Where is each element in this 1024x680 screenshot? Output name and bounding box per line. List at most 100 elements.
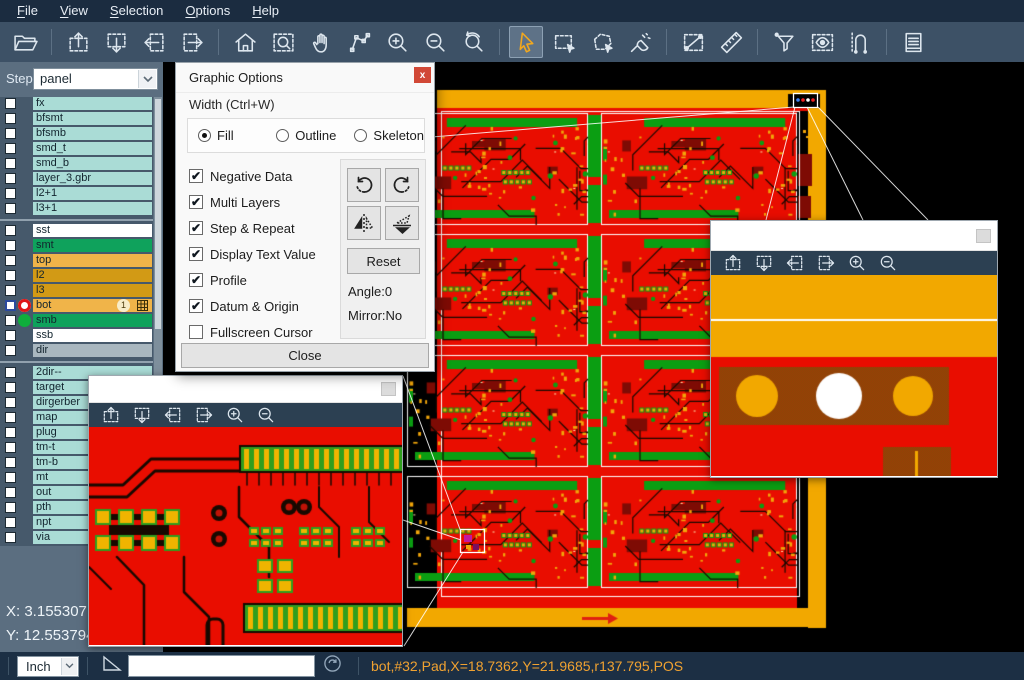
pan-hand-button[interactable] — [304, 26, 338, 58]
rotate-ccw-button[interactable] — [385, 168, 419, 202]
layer-row-layer_3.gbr[interactable]: layer_3.gbr — [0, 172, 153, 185]
magnifier-window-left[interactable] — [88, 375, 403, 647]
layer-label[interactable]: l2+1 — [33, 187, 152, 200]
snap-angle-icon[interactable] — [102, 655, 122, 677]
layer-checkbox[interactable] — [5, 188, 16, 199]
layer-checkbox[interactable] — [5, 397, 16, 408]
layer-row-bot[interactable]: bot1 — [0, 299, 153, 312]
layer-label[interactable]: smd_t — [33, 142, 152, 155]
pan-down-button[interactable] — [99, 26, 133, 58]
mirror-v-button[interactable] — [385, 206, 419, 240]
magnifier-title-bar[interactable] — [89, 376, 402, 403]
layer-checkbox[interactable] — [5, 487, 16, 498]
node-path-button[interactable] — [342, 26, 376, 58]
layer-row-sst[interactable]: sst — [0, 224, 153, 237]
zoom-previous-button[interactable] — [456, 26, 490, 58]
checkbox-multi-layers[interactable]: ✔Multi Layers — [189, 189, 339, 215]
zoom-in-button[interactable] — [843, 252, 870, 274]
layer-checkbox[interactable] — [5, 255, 16, 266]
clean-brush-button[interactable] — [623, 26, 657, 58]
radio-skeleton[interactable]: Skeleton — [354, 128, 424, 143]
ruler-button[interactable] — [714, 26, 748, 58]
close-button[interactable]: Close — [181, 343, 429, 368]
layer-label[interactable]: bfsmt — [33, 112, 152, 125]
pan-up-button[interactable] — [97, 404, 124, 426]
menu-options[interactable]: Options — [174, 0, 241, 22]
pan-up-button[interactable] — [719, 252, 746, 274]
command-input[interactable] — [128, 655, 315, 677]
window-button[interactable] — [976, 229, 991, 243]
layer-row-l2[interactable]: l2 — [0, 269, 153, 282]
layer-row-l3+1[interactable]: l3+1 — [0, 202, 153, 215]
select-poly-button[interactable] — [585, 26, 619, 58]
magnifier-content-canvas[interactable] — [711, 275, 997, 476]
layer-row-ssb[interactable]: ssb — [0, 329, 153, 342]
snap-button[interactable] — [843, 26, 877, 58]
layer-checkbox[interactable] — [5, 98, 16, 109]
checkbox-negative-data[interactable]: ✔Negative Data — [189, 163, 339, 189]
layer-checkbox[interactable] — [5, 113, 16, 124]
layer-label[interactable]: top — [33, 254, 152, 267]
zoom-region-button[interactable] — [266, 26, 300, 58]
menu-file[interactable]: File — [6, 0, 49, 22]
menu-view[interactable]: View — [49, 0, 99, 22]
layer-label[interactable]: bfsmb — [33, 127, 152, 140]
layer-row-dir[interactable]: dir — [0, 344, 153, 357]
layer-checkbox[interactable] — [5, 517, 16, 528]
layer-row-bfsmb[interactable]: bfsmb — [0, 127, 153, 140]
menu-selection[interactable]: Selection — [99, 0, 174, 22]
layer-label[interactable]: l3+1 — [33, 202, 152, 215]
select-rect-button[interactable] — [547, 26, 581, 58]
layer-row-l3[interactable]: l3 — [0, 284, 153, 297]
layer-row-smt[interactable]: smt — [0, 239, 153, 252]
layer-row-smb[interactable]: smb — [0, 314, 153, 327]
checkbox-step-repeat[interactable]: ✔Step & Repeat — [189, 215, 339, 241]
chevron-down-icon[interactable] — [61, 658, 77, 675]
layer-checkbox[interactable] — [5, 240, 16, 251]
radio-fill[interactable]: Fill — [198, 128, 266, 143]
select-cursor-button[interactable] — [509, 26, 543, 58]
layer-label[interactable]: l2 — [33, 269, 152, 282]
home-button[interactable] — [228, 26, 262, 58]
reset-button[interactable]: Reset — [347, 248, 420, 274]
refresh-icon[interactable] — [323, 654, 342, 678]
magnifier-title-bar[interactable] — [711, 221, 997, 251]
layer-label[interactable]: fx — [33, 97, 152, 110]
rotate-cw-button[interactable] — [347, 168, 381, 202]
view-region-button[interactable] — [805, 26, 839, 58]
pan-down-button[interactable] — [750, 252, 777, 274]
mirror-h-button[interactable] — [347, 206, 381, 240]
radio-outline[interactable]: Outline — [276, 128, 344, 143]
layer-checkbox[interactable] — [5, 158, 16, 169]
layer-checkbox[interactable] — [5, 225, 16, 236]
magnifier-content-canvas[interactable] — [89, 427, 402, 645]
layer-label[interactable]: dir — [33, 344, 152, 357]
unit-select[interactable]: Inch — [17, 656, 79, 677]
layer-row-fx[interactable]: fx — [0, 97, 153, 110]
menu-help[interactable]: Help — [241, 0, 290, 22]
layer-label[interactable]: layer_3.gbr — [33, 172, 152, 185]
layer-label[interactable]: ssb — [33, 329, 152, 342]
chevron-down-icon[interactable] — [138, 70, 156, 88]
grid-icon[interactable] — [137, 300, 148, 311]
layer-checkbox[interactable] — [5, 203, 16, 214]
layer-checkbox[interactable] — [5, 502, 16, 513]
zoom-out-button[interactable] — [874, 252, 901, 274]
filter-button[interactable] — [767, 26, 801, 58]
layer-label[interactable]: smb — [33, 314, 152, 327]
layer-checkbox[interactable] — [5, 367, 16, 378]
layer-label[interactable]: bot1 — [33, 299, 152, 312]
magnifier-window-right[interactable] — [710, 220, 998, 478]
layer-checkbox[interactable] — [5, 285, 16, 296]
layer-checkbox[interactable] — [5, 315, 16, 326]
checkbox-display-text-value[interactable]: ✔Display Text Value — [189, 241, 339, 267]
close-icon[interactable]: x — [414, 67, 431, 83]
checkbox-fullscreen-cursor[interactable]: Fullscreen Cursor — [189, 319, 339, 345]
zoom-out-button[interactable] — [418, 26, 452, 58]
layer-row-bfsmt[interactable]: bfsmt — [0, 112, 153, 125]
dialog-title-bar[interactable]: Graphic Options x — [176, 63, 434, 93]
layer-checkbox[interactable] — [5, 472, 16, 483]
layer-checkbox[interactable] — [5, 173, 16, 184]
step-select[interactable]: panel — [33, 68, 158, 90]
layer-checkbox[interactable] — [5, 412, 16, 423]
